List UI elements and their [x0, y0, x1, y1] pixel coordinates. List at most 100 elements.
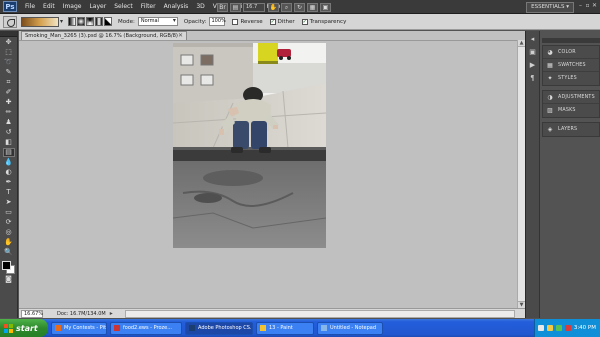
taskbar-item[interactable]: Untitled - Notepad [317, 321, 383, 335]
history-panel-icon[interactable]: ▣ [528, 48, 538, 57]
document-tab[interactable]: Smoking_Man_3265 (3).psd @ 16.7% (Backgr… [21, 31, 187, 40]
scroll-down-icon[interactable]: ▼ [518, 301, 525, 308]
pen-tool-icon[interactable]: ✒ [3, 178, 15, 187]
vertical-scrollbar[interactable]: ▲ ▼ [517, 40, 525, 308]
app-icon [189, 325, 195, 331]
tool-preset-picker[interactable] [3, 15, 17, 28]
tools-panel-header[interactable] [0, 31, 17, 37]
reverse-checkbox[interactable] [232, 18, 239, 25]
reverse-option[interactable]: Reverse [232, 18, 263, 25]
taskbar-item[interactable]: food2.ews - Proze... [110, 321, 182, 335]
mode-select[interactable]: Normal [137, 17, 178, 26]
gradient-dropdown-icon[interactable]: ▾ [60, 18, 63, 25]
start-button[interactable]: start [0, 319, 48, 337]
menu-filter[interactable]: Filter [137, 0, 160, 14]
menu-file[interactable]: File [21, 0, 39, 14]
radial-gradient-button[interactable] [77, 17, 86, 26]
scroll-up-icon[interactable]: ▲ [518, 40, 525, 47]
panel-button-layers[interactable]: ◈ LAYERS [543, 123, 599, 136]
collapsed-panel-strip: ◂ ▣ ▶ ¶ [526, 31, 540, 318]
zoom-tool-icon[interactable]: 🔍 [3, 248, 15, 257]
marquee-tool-icon[interactable]: ⬚ [3, 48, 15, 57]
paragraph-panel-icon[interactable]: ¶ [528, 74, 538, 83]
menu-select[interactable]: Select [110, 0, 137, 14]
screen-mode-button[interactable]: ▣ [320, 2, 331, 12]
tray-notification-icon[interactable] [537, 325, 544, 331]
menu-layer[interactable]: Layer [85, 0, 110, 14]
transparency-option[interactable]: ✓ Transparency [301, 18, 346, 25]
photoshop-logo: Ps [3, 1, 17, 12]
dither-option[interactable]: ✓ Dither [269, 18, 295, 25]
history-brush-tool-icon[interactable]: ↺ [3, 128, 15, 137]
move-tool-icon[interactable]: ✥ [3, 38, 15, 47]
gradient-tool-icon[interactable]: ▤ [2, 148, 15, 157]
menu-edit[interactable]: Edit [39, 0, 59, 14]
lasso-tool-icon[interactable]: ➰ [3, 58, 15, 67]
panel-label: LAYERS [558, 127, 578, 132]
status-menu-icon[interactable]: ▸ [110, 310, 113, 317]
tray-notification-icon[interactable] [546, 325, 553, 331]
workspace-switcher[interactable]: ESSENTIALS ▾ [526, 2, 574, 13]
panel-button-color[interactable]: ◕ COLOR [543, 46, 599, 59]
dock-collapse-icon[interactable]: ◂ [528, 35, 538, 44]
dodge-tool-icon[interactable]: ◐ [3, 168, 15, 177]
taskbar-item[interactable]: Adobe Photoshop CS... [185, 321, 253, 335]
blur-tool-icon[interactable]: 💧 [3, 158, 15, 167]
arrange-documents-button[interactable]: ▦ [307, 2, 318, 12]
app-bar-tools: Br ▤ 16.7 ✋ ⌕ ↻ ▦ ▣ [217, 2, 333, 12]
taskbar-item[interactable]: 13 - Paint [256, 321, 314, 335]
restore-button[interactable]: ▫ [584, 2, 591, 10]
healing-brush-tool-icon[interactable]: ✚ [3, 98, 15, 107]
foreground-color-swatch[interactable] [1, 261, 11, 270]
dither-checkbox[interactable]: ✓ [269, 18, 276, 25]
gradient-picker[interactable] [21, 16, 59, 27]
panel-label: ADJUSTMENTS [558, 94, 595, 100]
close-button[interactable]: ✕ [591, 2, 598, 10]
brush-tool-icon[interactable]: ✏ [3, 108, 15, 117]
eyedropper-tool-icon[interactable]: ✐ [3, 88, 15, 97]
clone-stamp-tool-icon[interactable]: ♟ [3, 118, 15, 127]
dock-header[interactable] [542, 38, 600, 43]
clock[interactable]: 3:40 PM [574, 325, 596, 331]
horizontal-scrollbar[interactable] [124, 309, 515, 318]
zoom-level-field[interactable]: 16.7 [243, 2, 265, 12]
status-zoom-field[interactable]: 16.67% [21, 309, 43, 318]
tray-notification-icon[interactable] [564, 325, 571, 331]
shape-tool-icon[interactable]: ▭ [3, 208, 15, 217]
diamond-gradient-button[interactable] [104, 17, 113, 26]
menu-analysis[interactable]: Analysis [160, 0, 193, 14]
menu-3d[interactable]: 3D [192, 0, 208, 14]
type-tool-icon[interactable]: T [3, 188, 15, 197]
panel-button-masks[interactable]: ▨ MASKS [543, 104, 599, 117]
opacity-input[interactable]: 100% [209, 17, 226, 26]
angle-gradient-button[interactable] [86, 17, 95, 26]
launch-mini-bridge-button[interactable]: ▤ [230, 2, 241, 12]
panel-button-adjustments[interactable]: ◑ ADJUSTMENTS [543, 91, 599, 104]
taskbar-item[interactable]: My Contests - Pit.Ey... [51, 321, 107, 335]
rotate-view-button[interactable]: ↻ [294, 2, 305, 12]
zoom-view-button[interactable]: ⌕ [281, 2, 292, 12]
panel-button-swatches[interactable]: ▦ SWATCHES [543, 59, 599, 72]
launch-bridge-button[interactable]: Br [217, 2, 228, 12]
minimize-button[interactable]: – [577, 2, 584, 10]
transparency-checkbox[interactable]: ✓ [301, 18, 308, 25]
3d-orbit-tool-icon[interactable]: ◎ [3, 228, 15, 237]
quick-select-tool-icon[interactable]: ✎ [3, 68, 15, 77]
panel-group: ◑ ADJUSTMENTS ▨ MASKS [542, 90, 600, 118]
eraser-tool-icon[interactable]: ◧ [3, 138, 15, 147]
close-document-icon[interactable]: ✕ [178, 32, 183, 40]
hand-tool-icon[interactable]: ✋ [3, 238, 15, 247]
panel-button-styles[interactable]: ✦ STYLES [543, 72, 599, 85]
3d-rotate-tool-icon[interactable]: ⟳ [3, 218, 15, 227]
quick-mask-icon[interactable]: ◙ [3, 275, 15, 284]
status-bar: 16.67% Doc: 16.7M/134.0M ▸ [19, 308, 525, 318]
path-selection-tool-icon[interactable]: ➤ [3, 198, 15, 207]
tray-notification-icon[interactable] [555, 325, 562, 331]
document-image[interactable] [173, 43, 326, 248]
linear-gradient-button[interactable] [68, 17, 77, 26]
reflected-gradient-button[interactable] [95, 17, 104, 26]
actions-panel-icon[interactable]: ▶ [528, 61, 538, 70]
hand-view-button[interactable]: ✋ [268, 2, 279, 12]
crop-tool-icon[interactable]: ⌗ [3, 78, 15, 87]
menu-image[interactable]: Image [59, 0, 86, 14]
